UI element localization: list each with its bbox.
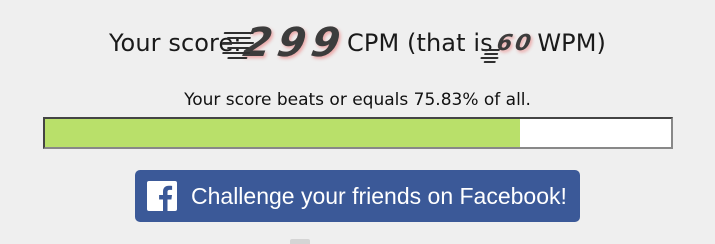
score-line: Your score: 299 CPM (that is 60 WPM) [0, 18, 715, 68]
facebook-icon [147, 181, 177, 211]
cpm-value: 299 [221, 20, 350, 66]
facebook-challenge-button[interactable]: Challenge your friends on Facebook! [135, 170, 580, 222]
score-prefix: Your score: [108, 29, 242, 57]
percentile-text: Your score beats or equals 75.83% of all… [184, 90, 531, 110]
percentile-progress-fill [45, 119, 520, 147]
percentile-progress-bar [43, 117, 673, 149]
wpm-unit: WPM) [537, 29, 607, 57]
partial-element-edge [290, 239, 310, 244]
wpm-value: 60 [479, 30, 536, 63]
results-panel: Your score: 299 CPM (that is 60 WPM) You… [0, 0, 715, 244]
cpm-unit: CPM (that is [347, 29, 493, 57]
cpm-number: 299 [239, 20, 350, 66]
facebook-button-label: Challenge your friends on Facebook! [191, 182, 567, 209]
wpm-number: 60 [494, 30, 536, 56]
